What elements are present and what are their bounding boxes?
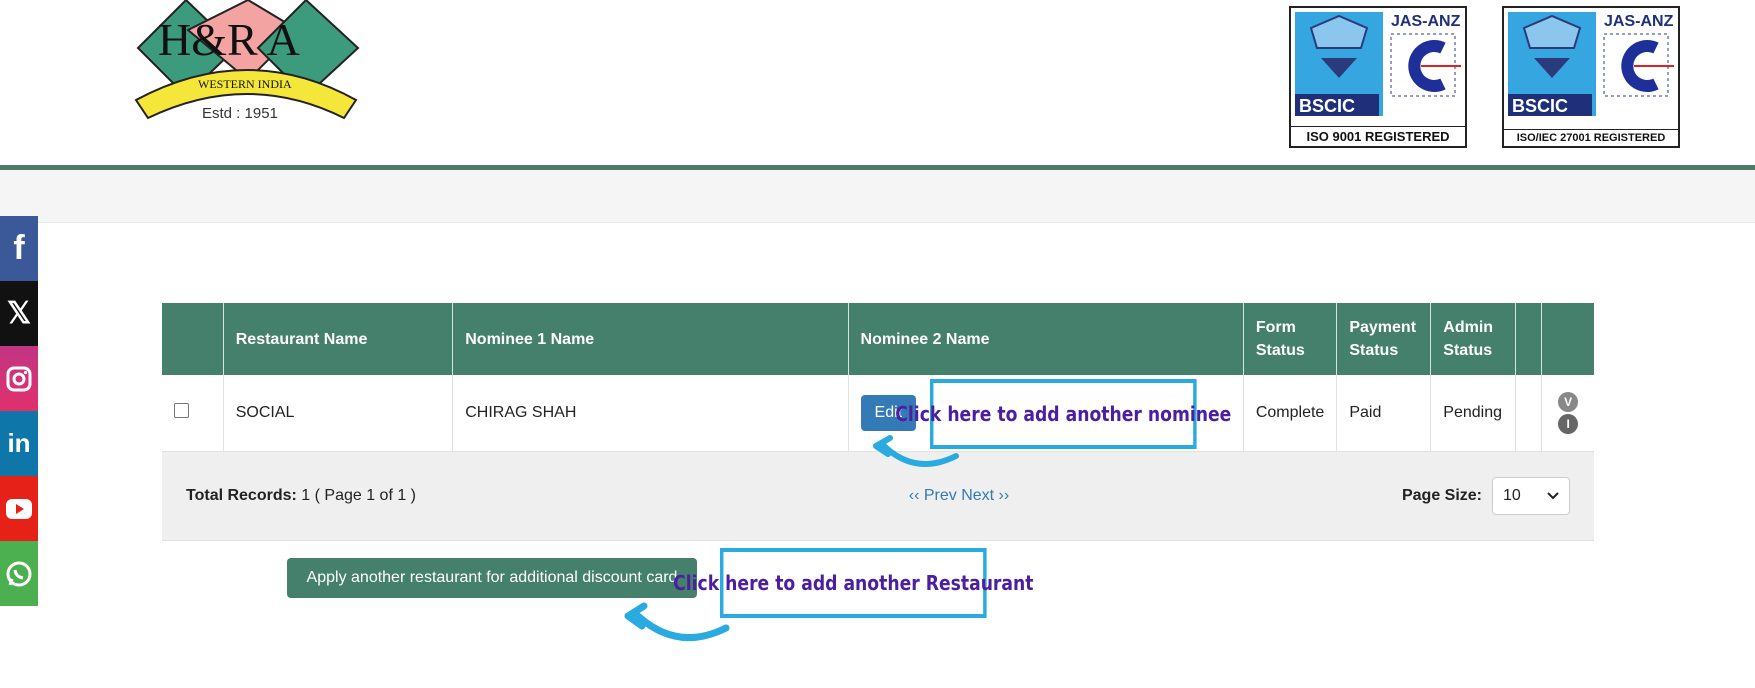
facebook-icon[interactable]: f [0, 216, 38, 281]
view-icon[interactable]: V [1558, 392, 1579, 412]
svg-text:BSCIC: BSCIC [1299, 96, 1355, 116]
chevron-down-icon [1547, 492, 1559, 500]
youtube-icon[interactable] [0, 476, 38, 541]
logo-ribbon-text: WESTERN INDIA [198, 77, 292, 91]
page-size: Page Size: 10 [1402, 477, 1570, 515]
social-sidebar: f 𝕏 in [0, 216, 38, 606]
curved-arrow-icon [873, 435, 959, 467]
bscic-cert-icon: BSCIC JAS-ANZ [1508, 12, 1674, 116]
logo-estd-text: Estd : 1951 [202, 105, 278, 122]
apply-another-restaurant-button[interactable]: Apply another restaurant for additional … [287, 558, 697, 598]
col-blank [1515, 303, 1543, 375]
info-icon[interactable]: I [1558, 414, 1579, 434]
page-size-label: Page Size: [1401, 487, 1482, 504]
instagram-icon[interactable] [0, 346, 38, 411]
col-actions [1541, 303, 1594, 375]
pagination-links[interactable]: ‹‹ Prev Next ›› [909, 487, 1009, 505]
restaurant-table: Restaurant Name Nominee 1 Name Nominee 2… [162, 303, 1594, 541]
payment-status-cell: Paid [1336, 375, 1432, 452]
restaurant-name-cell: SOCIAL [223, 375, 454, 452]
total-records-label: Total Records: [186, 487, 297, 504]
x-twitter-icon[interactable]: 𝕏 [0, 281, 38, 346]
hra-logo[interactable]: H&R A WESTERN INDIA Estd : 1951 [128, 0, 368, 126]
col-nominee2-name: Nominee 2 Name [848, 303, 1244, 375]
col-select [162, 303, 224, 375]
total-records-value: 1 ( Page 1 of 1 ) [296, 487, 417, 504]
iso-9001-badge: BSCIC JAS-ANZ ISO 9001 REGISTERED [1289, 6, 1467, 148]
svg-text:JAS-ANZ: JAS-ANZ [1604, 13, 1674, 30]
total-records: Total Records: 1 ( Page 1 of 1 ) [186, 487, 416, 505]
bscic-cert-icon: BSCIC JAS-ANZ [1295, 12, 1461, 116]
blank-cell [1515, 375, 1543, 452]
nav-bar [0, 170, 1755, 223]
page-size-select[interactable]: 10 [1492, 477, 1570, 515]
linkedin-icon[interactable]: in [0, 411, 38, 476]
curved-arrow-icon [624, 602, 730, 642]
page-size-value: 10 [1503, 487, 1521, 504]
cert-label: ISO 9001 REGISTERED [1291, 126, 1465, 146]
form-status-cell: Complete [1243, 375, 1338, 452]
add-restaurant-callout: Click here to add another Restaurant [673, 548, 1033, 618]
col-restaurant-name: Restaurant Name [223, 303, 454, 375]
admin-status-cell: Pending [1430, 375, 1517, 452]
site-header: H&R A WESTERN INDIA Estd : 1951 BSCIC JA… [0, 0, 1755, 165]
iso-27001-badge: BSCIC JAS-ANZ ISO/IEC 27001 REGISTERED [1502, 6, 1680, 148]
svg-text:BSCIC: BSCIC [1512, 96, 1568, 116]
svg-text:JAS-ANZ: JAS-ANZ [1391, 13, 1461, 30]
whatsapp-icon[interactable] [0, 541, 38, 606]
col-form-status: Form Status [1243, 303, 1338, 375]
col-nominee1-name: Nominee 1 Name [452, 303, 849, 375]
row-checkbox[interactable] [174, 403, 189, 418]
nominee1-name-cell: CHIRAG SHAH [452, 375, 849, 452]
logo-text: H&R A [158, 14, 300, 65]
actions-cell: V I [1541, 375, 1594, 452]
table-header-row: Restaurant Name Nominee 1 Name Nominee 2… [162, 303, 1594, 375]
cert-label: ISO/IEC 27001 REGISTERED [1504, 129, 1678, 146]
row-select-cell [162, 375, 224, 452]
col-payment-status: Payment Status [1336, 303, 1432, 375]
add-nominee-callout: Click here to add another nominee [895, 379, 1231, 449]
col-admin-status: Admin Status [1430, 303, 1517, 375]
